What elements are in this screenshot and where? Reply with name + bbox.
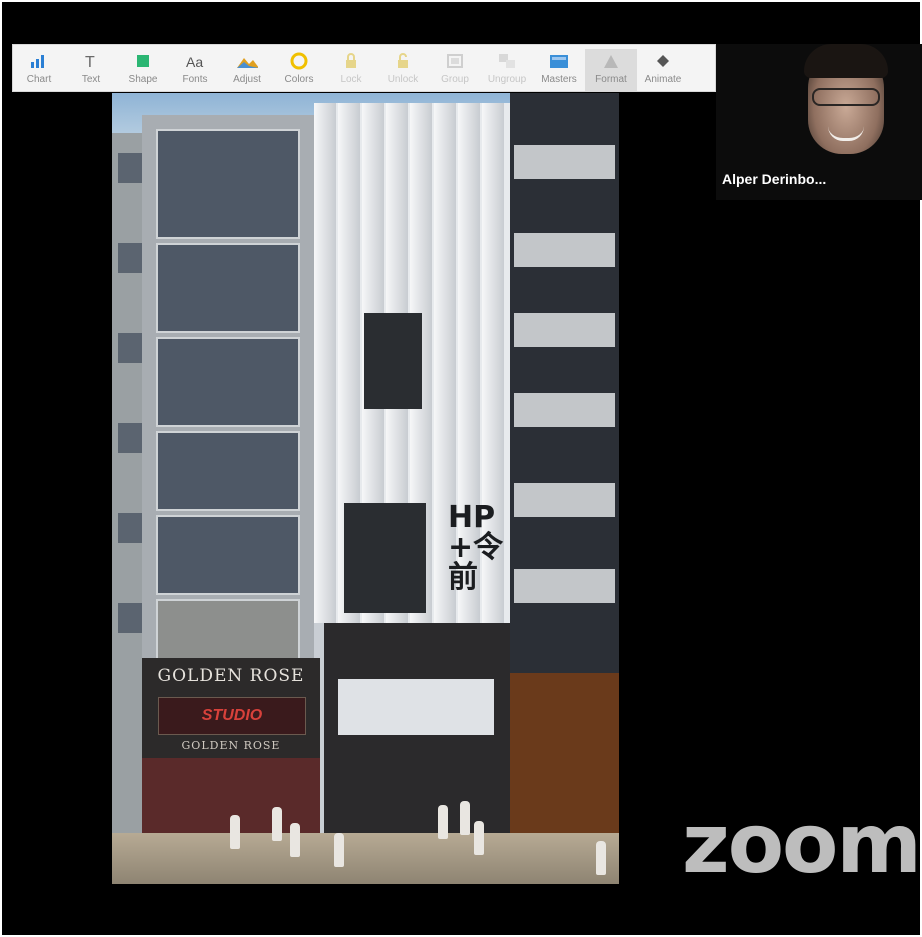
facade-fin <box>314 103 336 623</box>
chart-icon <box>28 51 50 71</box>
facade-band <box>514 483 615 517</box>
facade-sign: HP +令 前 <box>448 500 504 595</box>
text-icon: T <box>80 51 102 71</box>
toolbar-label: Chart <box>26 74 52 85</box>
center-storefront <box>324 623 510 833</box>
toolbar-label: Group <box>441 74 469 85</box>
svg-text:T: T <box>85 54 95 70</box>
shape-icon <box>132 51 154 71</box>
facade-band <box>514 313 615 347</box>
toolbar-group-button: Group <box>429 51 481 85</box>
format-icon <box>600 51 622 71</box>
right-building <box>510 93 619 693</box>
toolbar-masters-button[interactable]: Masters <box>533 51 585 85</box>
toolbar-label: Lock <box>340 74 362 85</box>
shared-screen-slide: HP +令 前 GOLDEN ROSE STUDIO GOLDEN ROSE <box>112 93 619 884</box>
street-pavement <box>112 833 619 884</box>
toolbar-label: Format <box>595 74 627 85</box>
facade-opening <box>344 503 426 613</box>
toolbar-format-button[interactable]: Format <box>585 49 637 91</box>
glass-pane <box>156 431 300 511</box>
glass-tower <box>142 115 314 685</box>
toolbar-label: Fonts <box>182 74 208 85</box>
pedestrian <box>596 841 606 875</box>
pedestrian <box>290 823 300 857</box>
toolbar-label: Unlock <box>387 74 419 85</box>
adjust-icon <box>236 51 258 71</box>
toolbar-animate-button[interactable]: Animate <box>637 51 689 85</box>
participant-video-tile[interactable]: Alper Derinbo... <box>716 44 922 200</box>
facade-opening <box>364 313 422 409</box>
fonts-icon: Aa <box>184 51 206 71</box>
toolbar-colors-button[interactable]: Colors <box>273 51 325 85</box>
toolbar-label: Text <box>81 74 101 85</box>
presentation-toolbar: Chart T Text Shape Aa Fonts Adjust Colors Lock Un… <box>12 44 716 92</box>
window <box>118 243 144 273</box>
participant-hair <box>804 44 888 78</box>
toolbar-text-button[interactable]: T Text <box>65 51 117 85</box>
glass-pane <box>156 243 300 333</box>
svg-text:Aa: Aa <box>186 54 203 70</box>
colors-icon <box>288 51 310 71</box>
masters-icon <box>548 51 570 71</box>
glass-pane <box>156 515 300 595</box>
window <box>118 603 144 633</box>
glass-pane <box>156 129 300 239</box>
storefront-canopy <box>338 679 494 735</box>
toolbar-label: Shape <box>128 74 158 85</box>
pedestrian <box>474 821 484 855</box>
pedestrian <box>230 815 240 849</box>
window <box>118 333 144 363</box>
zoom-logo: zoom <box>682 797 922 892</box>
facade-band <box>514 233 615 267</box>
toolbar-label: Ungroup <box>487 74 527 85</box>
lock-icon <box>340 51 362 71</box>
participant-glasses <box>812 88 880 106</box>
toolbar-label: Masters <box>541 74 577 85</box>
golden-rose-sign-lower: GOLDEN ROSE <box>181 739 281 752</box>
pedestrian <box>460 801 470 835</box>
toolbar-shape-button[interactable]: Shape <box>117 51 169 85</box>
toolbar-fonts-button[interactable]: Aa Fonts <box>169 51 221 85</box>
right-storefront <box>510 673 619 833</box>
ungroup-icon <box>496 51 518 71</box>
participant-name: Alper Derinbo... <box>722 171 827 187</box>
facade-band <box>514 569 615 603</box>
animate-icon <box>652 51 674 71</box>
toolbar-ungroup-button: Ungroup <box>481 51 533 85</box>
toolbar-label: Colors <box>284 74 314 85</box>
unlock-icon <box>392 51 414 71</box>
pedestrian <box>438 805 448 839</box>
facade-band <box>514 393 615 427</box>
facade-band <box>514 145 615 179</box>
pedestrian <box>334 833 344 867</box>
toolbar-lock-button: Lock <box>325 51 377 85</box>
toolbar-chart-button[interactable]: Chart <box>13 51 65 85</box>
window <box>118 423 144 453</box>
group-icon <box>444 51 466 71</box>
toolbar-label: Adjust <box>233 74 261 85</box>
toolbar-adjust-button[interactable]: Adjust <box>221 51 273 85</box>
pedestrian <box>272 807 282 841</box>
window <box>118 513 144 543</box>
toolbar-label: Animate <box>644 74 682 85</box>
golden-rose-sign: GOLDEN ROSE <box>157 666 305 686</box>
glass-pane <box>156 337 300 427</box>
window <box>118 153 144 183</box>
toolbar-unlock-button: Unlock <box>377 51 429 85</box>
studio-sign: STUDIO <box>158 697 306 735</box>
